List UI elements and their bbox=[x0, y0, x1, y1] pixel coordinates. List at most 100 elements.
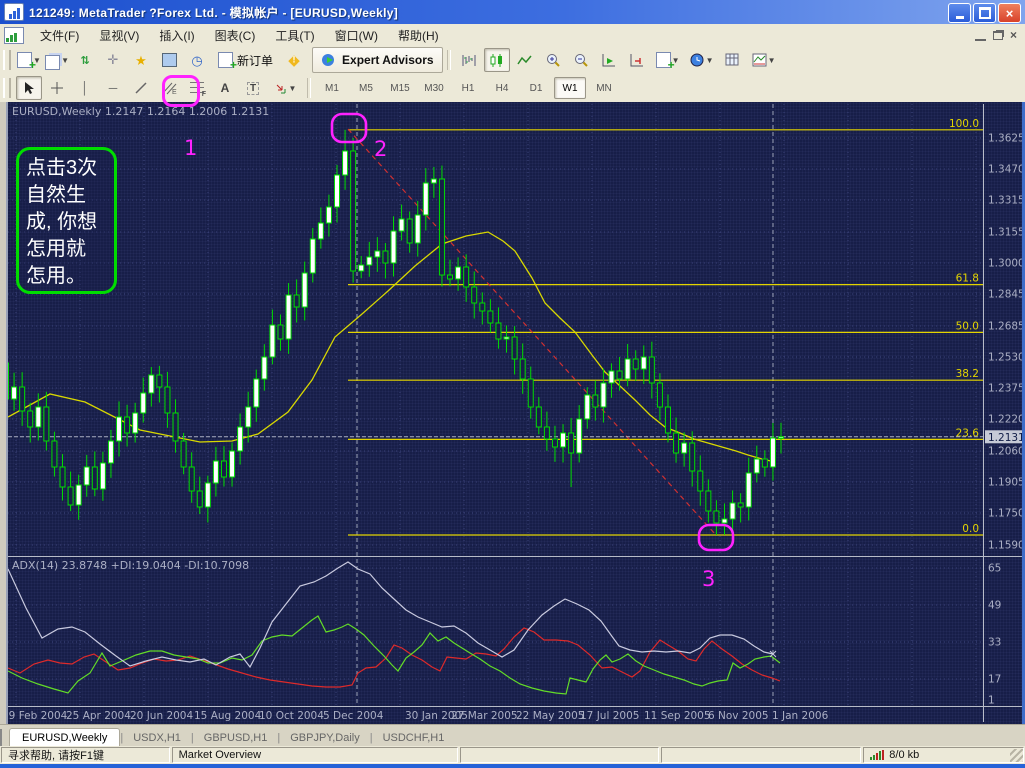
candle-12 bbox=[100, 463, 105, 489]
status-empty-panel-2 bbox=[661, 747, 861, 763]
zoom-in-button[interactable] bbox=[540, 48, 566, 72]
horizontal-line-button[interactable]: ─ bbox=[100, 76, 126, 100]
candle-18 bbox=[149, 375, 154, 393]
candle-14 bbox=[117, 417, 122, 441]
candle-51 bbox=[415, 215, 420, 243]
svg-text:1.2220: 1.2220 bbox=[988, 414, 1025, 426]
strategy-tester-button[interactable]: ◷ bbox=[184, 48, 210, 72]
candle-63 bbox=[512, 337, 517, 359]
timeframe-m5[interactable]: M5 bbox=[350, 77, 382, 99]
timeframe-d1[interactable]: D1 bbox=[520, 77, 552, 99]
svg-text:1.2375: 1.2375 bbox=[988, 383, 1025, 395]
candle-74 bbox=[601, 383, 606, 407]
candle-54 bbox=[439, 179, 444, 275]
auto-scroll-button[interactable] bbox=[596, 48, 622, 72]
adx-axis: 654933171 bbox=[988, 563, 1001, 707]
line-studies-toolbar: │ ─ E F A T ▼ M1M5M15M30H1H4D1W1MN bbox=[0, 74, 1025, 103]
close-button[interactable]: × bbox=[998, 3, 1021, 23]
favorites-button[interactable]: ★ bbox=[128, 48, 154, 72]
svg-text:1.2845: 1.2845 bbox=[988, 289, 1025, 301]
candle-50 bbox=[407, 219, 412, 243]
profiles-button[interactable]: ▼ bbox=[44, 48, 70, 72]
menu-item-6[interactable]: 帮助(H) bbox=[388, 24, 449, 47]
vertical-line-button[interactable]: │ bbox=[72, 76, 98, 100]
title-bar[interactable]: 121249: MetaTrader ?Forex Ltd. - 模拟帐户 - … bbox=[0, 0, 1025, 24]
restore-button[interactable] bbox=[973, 3, 996, 23]
candle-92 bbox=[746, 473, 751, 507]
timeframe-m30[interactable]: M30 bbox=[418, 77, 450, 99]
menu-item-1[interactable]: 显视(V) bbox=[89, 24, 149, 47]
market-watch-button[interactable]: ⇅ bbox=[72, 48, 98, 72]
status-overview-panel[interactable]: Market Overview bbox=[172, 747, 458, 763]
price-chart[interactable]: 100.061.850.038.223.60.01.36251.34701.33… bbox=[0, 102, 1025, 724]
timeframe-m15[interactable]: M15 bbox=[384, 77, 416, 99]
data-window-button[interactable] bbox=[156, 48, 182, 72]
new-chart-button[interactable]: +▼ bbox=[16, 48, 42, 72]
menu-item-0[interactable]: 文件(F) bbox=[30, 24, 89, 47]
new-order-label: 新订单 bbox=[237, 52, 273, 69]
chart-shift-button[interactable] bbox=[624, 48, 650, 72]
candle-20 bbox=[165, 387, 170, 413]
chart-tab-0[interactable]: EURUSD,Weekly bbox=[9, 728, 120, 747]
svg-text:100.0: 100.0 bbox=[949, 118, 979, 130]
child-minimize-icon[interactable] bbox=[975, 29, 986, 41]
status-help-panel: 寻求帮助, 请按F1键 bbox=[1, 747, 170, 763]
zoom-out-button[interactable] bbox=[568, 48, 594, 72]
minimize-button[interactable] bbox=[948, 3, 971, 23]
chart-tab-4[interactable]: USDCHF,H1 bbox=[373, 729, 455, 747]
new-order-button[interactable]: + 新订单 bbox=[211, 48, 280, 72]
chart-window-icon[interactable] bbox=[4, 27, 24, 44]
periods-button[interactable]: ▼ bbox=[686, 48, 718, 72]
menu-item-2[interactable]: 插入(I) bbox=[149, 24, 204, 47]
crosshair-button[interactable] bbox=[44, 76, 70, 100]
text-label-button[interactable]: T bbox=[240, 76, 266, 100]
menu-item-5[interactable]: 窗口(W) bbox=[325, 24, 388, 47]
candle-61 bbox=[496, 323, 501, 339]
candle-29 bbox=[238, 427, 243, 451]
navigator-button[interactable]: ✛ bbox=[100, 48, 126, 72]
candlestick-chart-button[interactable] bbox=[484, 48, 510, 72]
chart-tab-2[interactable]: GBPUSD,H1 bbox=[194, 729, 278, 747]
expert-advisors-button[interactable]: Expert Advisors bbox=[312, 47, 443, 73]
menu-item-4[interactable]: 工具(T) bbox=[265, 24, 324, 47]
arrows-button[interactable]: ▼ bbox=[268, 76, 302, 100]
toolbar-grip-2[interactable] bbox=[3, 78, 11, 98]
candle-69 bbox=[561, 433, 566, 447]
svg-text:1.2685: 1.2685 bbox=[988, 321, 1025, 333]
annotation-note-box: 点击3次 自然生 成, 你想 怎用就 怎用。 bbox=[16, 147, 117, 294]
timeframe-h4[interactable]: H4 bbox=[486, 77, 518, 99]
trendline-button[interactable] bbox=[128, 76, 154, 100]
candle-80 bbox=[649, 357, 654, 383]
resize-grip[interactable] bbox=[1010, 749, 1023, 762]
menu-item-3[interactable]: 图表(C) bbox=[205, 24, 266, 47]
timeframe-m1[interactable]: M1 bbox=[316, 77, 348, 99]
timeframe-w1[interactable]: W1 bbox=[554, 77, 586, 99]
standard-toolbar: +▼ ▼ ⇅ ✛ ★ ◷ + 新订单 ◆! Expert Advisors bbox=[0, 46, 1025, 75]
indicators-button[interactable]: +▼ bbox=[652, 48, 684, 72]
chart-tab-3[interactable]: GBPJPY,Daily bbox=[280, 729, 370, 747]
objects-list-button[interactable]: ▼ bbox=[748, 48, 780, 72]
toolbar-grip[interactable] bbox=[3, 50, 11, 70]
chart-tab-1[interactable]: USDX,H1 bbox=[123, 729, 191, 747]
svg-text:49: 49 bbox=[988, 600, 1001, 612]
alert-button[interactable]: ◆! bbox=[281, 48, 307, 72]
timeframe-mn[interactable]: MN bbox=[588, 77, 620, 99]
svg-text:65: 65 bbox=[988, 563, 1001, 575]
svg-text:61.8: 61.8 bbox=[956, 273, 979, 285]
candle-45 bbox=[367, 257, 372, 265]
candle-65 bbox=[528, 379, 533, 407]
bar-chart-button[interactable] bbox=[456, 48, 482, 72]
cursor-button[interactable] bbox=[16, 76, 42, 100]
tabs-edge bbox=[0, 729, 6, 747]
zoom-out-icon bbox=[573, 53, 589, 68]
candle-8 bbox=[68, 487, 73, 505]
cursor-icon bbox=[23, 81, 35, 95]
child-restore-icon[interactable] bbox=[993, 31, 1003, 40]
svg-text:1.3315: 1.3315 bbox=[988, 195, 1025, 207]
timeframe-h1[interactable]: H1 bbox=[452, 77, 484, 99]
line-chart-icon bbox=[517, 53, 533, 68]
text-button[interactable]: A bbox=[212, 76, 238, 100]
templates-button[interactable] bbox=[720, 48, 746, 72]
line-chart-button[interactable] bbox=[512, 48, 538, 72]
child-close-icon[interactable]: × bbox=[1010, 30, 1017, 40]
